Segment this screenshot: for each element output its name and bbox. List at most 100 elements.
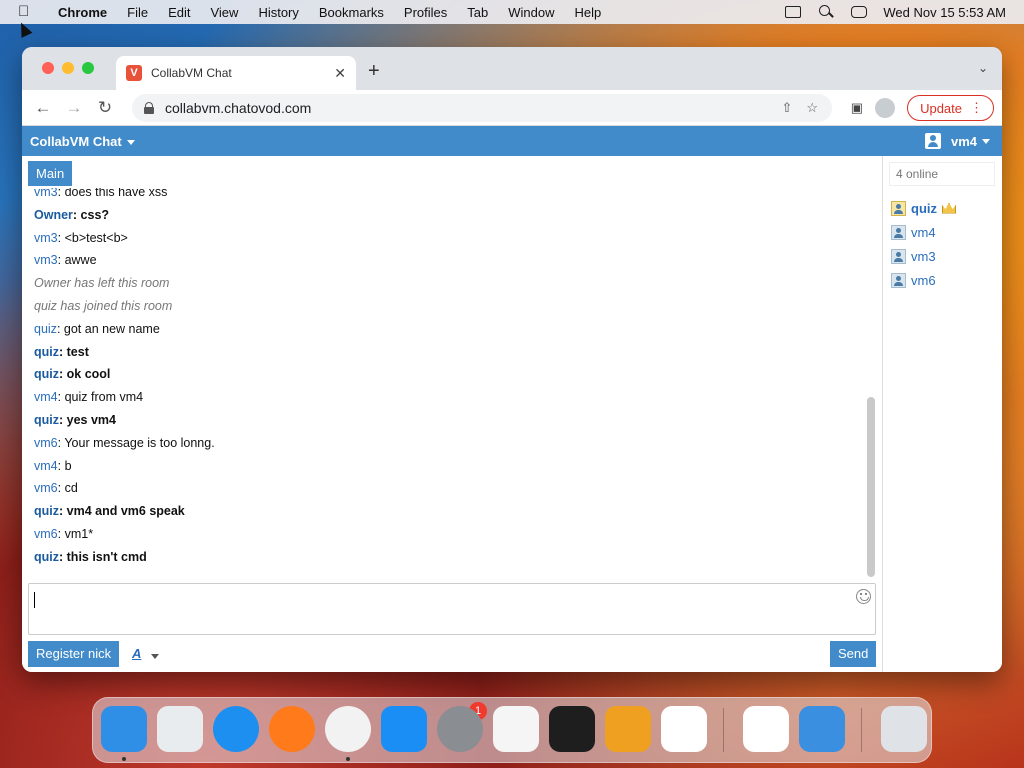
share-icon[interactable]: ⇧ — [781, 100, 792, 116]
menu-view[interactable]: View — [210, 5, 238, 20]
running-indicator — [346, 757, 350, 761]
vscode-icon[interactable] — [661, 706, 707, 752]
menu-bookmarks[interactable]: Bookmarks — [319, 5, 384, 20]
message-nick[interactable]: quiz — [34, 504, 59, 518]
message-separator: : — [57, 458, 65, 473]
message-list: vm3: does this have xss Owner: css? vm3: <… — [34, 188, 868, 576]
scrollbar-thumb[interactable] — [867, 397, 875, 577]
message-nick[interactable]: vm6 — [34, 527, 58, 541]
user-icon — [891, 248, 906, 264]
smiley-icon[interactable] — [856, 589, 871, 604]
finder-icon[interactable] — [101, 706, 147, 752]
browser-toolbar: ← → ↻ collabvm.chatovod.com ⇧ ☆ ▣ Update… — [22, 90, 1002, 126]
message-nick[interactable]: quiz — [34, 413, 59, 427]
chat-message: vm6: vm1* — [34, 523, 868, 546]
message-text: cd — [64, 481, 78, 496]
register-nick-button[interactable]: Register nick — [28, 641, 120, 667]
safari-icon[interactable] — [213, 706, 259, 752]
menu-profiles[interactable]: Profiles — [404, 5, 447, 20]
screen-mirroring-icon[interactable] — [785, 6, 802, 18]
menu-tab[interactable]: Tab — [467, 5, 488, 20]
update-button[interactable]: Update ⋮ — [907, 95, 994, 121]
apple-icon[interactable]:  — [18, 4, 36, 20]
message-input[interactable] — [28, 583, 876, 635]
close-tab-icon[interactable]: ✕ — [334, 65, 346, 82]
menu-help[interactable]: Help — [575, 5, 602, 20]
system-settings-icon[interactable] — [437, 706, 483, 752]
message-text: does this have xss — [64, 188, 168, 199]
message-nick[interactable]: quiz — [34, 367, 59, 381]
app-store-icon[interactable] — [381, 706, 427, 752]
tab-main[interactable]: Main — [28, 161, 73, 186]
lock-icon[interactable] — [144, 102, 154, 114]
visual-studio-icon[interactable] — [743, 706, 789, 752]
message-nick[interactable]: quiz — [34, 550, 59, 564]
zoom-window-button[interactable] — [82, 62, 94, 74]
trash-icon[interactable] — [881, 706, 927, 752]
message-separator: : — [57, 390, 65, 405]
site-navbar: CollabVM Chat vm4 — [22, 126, 1002, 156]
message-nick[interactable]: vm3 — [34, 188, 58, 199]
garageband-icon[interactable] — [605, 706, 651, 752]
chat-message: quiz has joined this room — [34, 295, 868, 318]
tab-search-chevron-icon[interactable]: ⌄ — [978, 61, 988, 75]
message-nick[interactable]: vm3 — [34, 253, 58, 267]
message-separator: : — [57, 253, 65, 268]
user-name: vm3 — [911, 248, 936, 264]
new-tab-icon[interactable]: + — [368, 60, 380, 83]
url-text[interactable]: collabvm.chatovod.com — [165, 100, 781, 116]
close-window-button[interactable] — [42, 62, 54, 74]
message-nick[interactable]: Owner — [34, 208, 73, 222]
font-style-button[interactable]: A — [132, 646, 141, 661]
user-icon — [924, 133, 941, 149]
user-list-item[interactable]: vm3 — [891, 244, 956, 268]
message-text: got an new name — [63, 321, 160, 336]
send-button[interactable]: Send — [830, 641, 877, 667]
launchpad-icon[interactable] — [157, 706, 203, 752]
message-nick[interactable]: vm6 — [34, 436, 58, 450]
user-list-item[interactable]: vm4 — [891, 220, 956, 244]
forward-arrow-icon[interactable]: → — [64, 98, 84, 118]
menu-history[interactable]: History — [258, 5, 298, 20]
menu-app-name[interactable]: Chrome — [58, 5, 107, 20]
profile-avatar-icon[interactable] — [875, 98, 896, 118]
side-panel-icon[interactable]: ▣ — [851, 100, 863, 116]
message-nick[interactable]: quiz — [34, 345, 59, 359]
chrome-icon[interactable] — [325, 706, 371, 752]
menu-file[interactable]: File — [127, 5, 148, 20]
reload-icon[interactable]: ↻ — [95, 98, 115, 118]
menu-bar:  Chrome File Edit View History Bookmark… — [0, 0, 1024, 24]
chat-message: vm3: does this have xss — [34, 188, 868, 204]
back-arrow-icon[interactable]: ← — [33, 98, 53, 118]
font-caret-down-icon[interactable] — [151, 654, 159, 659]
spotlight-search-icon[interactable] — [817, 5, 835, 19]
control-center-icon[interactable] — [851, 6, 868, 18]
message-nick[interactable]: quiz — [34, 322, 57, 336]
terminal-icon[interactable] — [549, 706, 595, 752]
message-nick[interactable]: vm6 — [34, 481, 58, 495]
menu-window[interactable]: Window — [508, 5, 554, 20]
menu-edit[interactable]: Edit — [168, 5, 190, 20]
user-menu[interactable]: vm4 — [924, 126, 990, 156]
chat-message: quiz: ok cool — [34, 363, 868, 386]
user-list-item[interactable]: vm6 — [891, 268, 956, 292]
message-text: awwe — [64, 253, 97, 268]
minimize-window-button[interactable] — [62, 62, 74, 74]
menu-clock[interactable]: Wed Nov 15 5:53 AM — [883, 5, 1006, 20]
running-indicator — [122, 757, 126, 761]
scrollbar[interactable] — [867, 191, 875, 577]
chat-message: vm6: Your message is too lonng. — [34, 432, 868, 455]
message-nick[interactable]: vm4 — [34, 459, 58, 473]
brand-menu[interactable]: CollabVM Chat — [30, 134, 135, 149]
weather-icon[interactable] — [799, 706, 845, 752]
browser-tab[interactable]: V CollabVM Chat ✕ — [116, 56, 356, 90]
firefox-icon[interactable] — [269, 706, 315, 752]
user-list-item[interactable]: quiz — [891, 196, 956, 220]
chat-message: quiz: this isn't cmd — [34, 546, 868, 569]
address-bar[interactable]: collabvm.chatovod.com ⇧ ☆ — [132, 94, 832, 122]
message-nick[interactable]: vm3 — [34, 231, 58, 245]
current-username: vm4 — [950, 133, 977, 149]
message-nick[interactable]: vm4 — [34, 390, 58, 404]
textedit-icon[interactable] — [493, 706, 539, 752]
bookmark-star-icon[interactable]: ☆ — [806, 100, 818, 116]
